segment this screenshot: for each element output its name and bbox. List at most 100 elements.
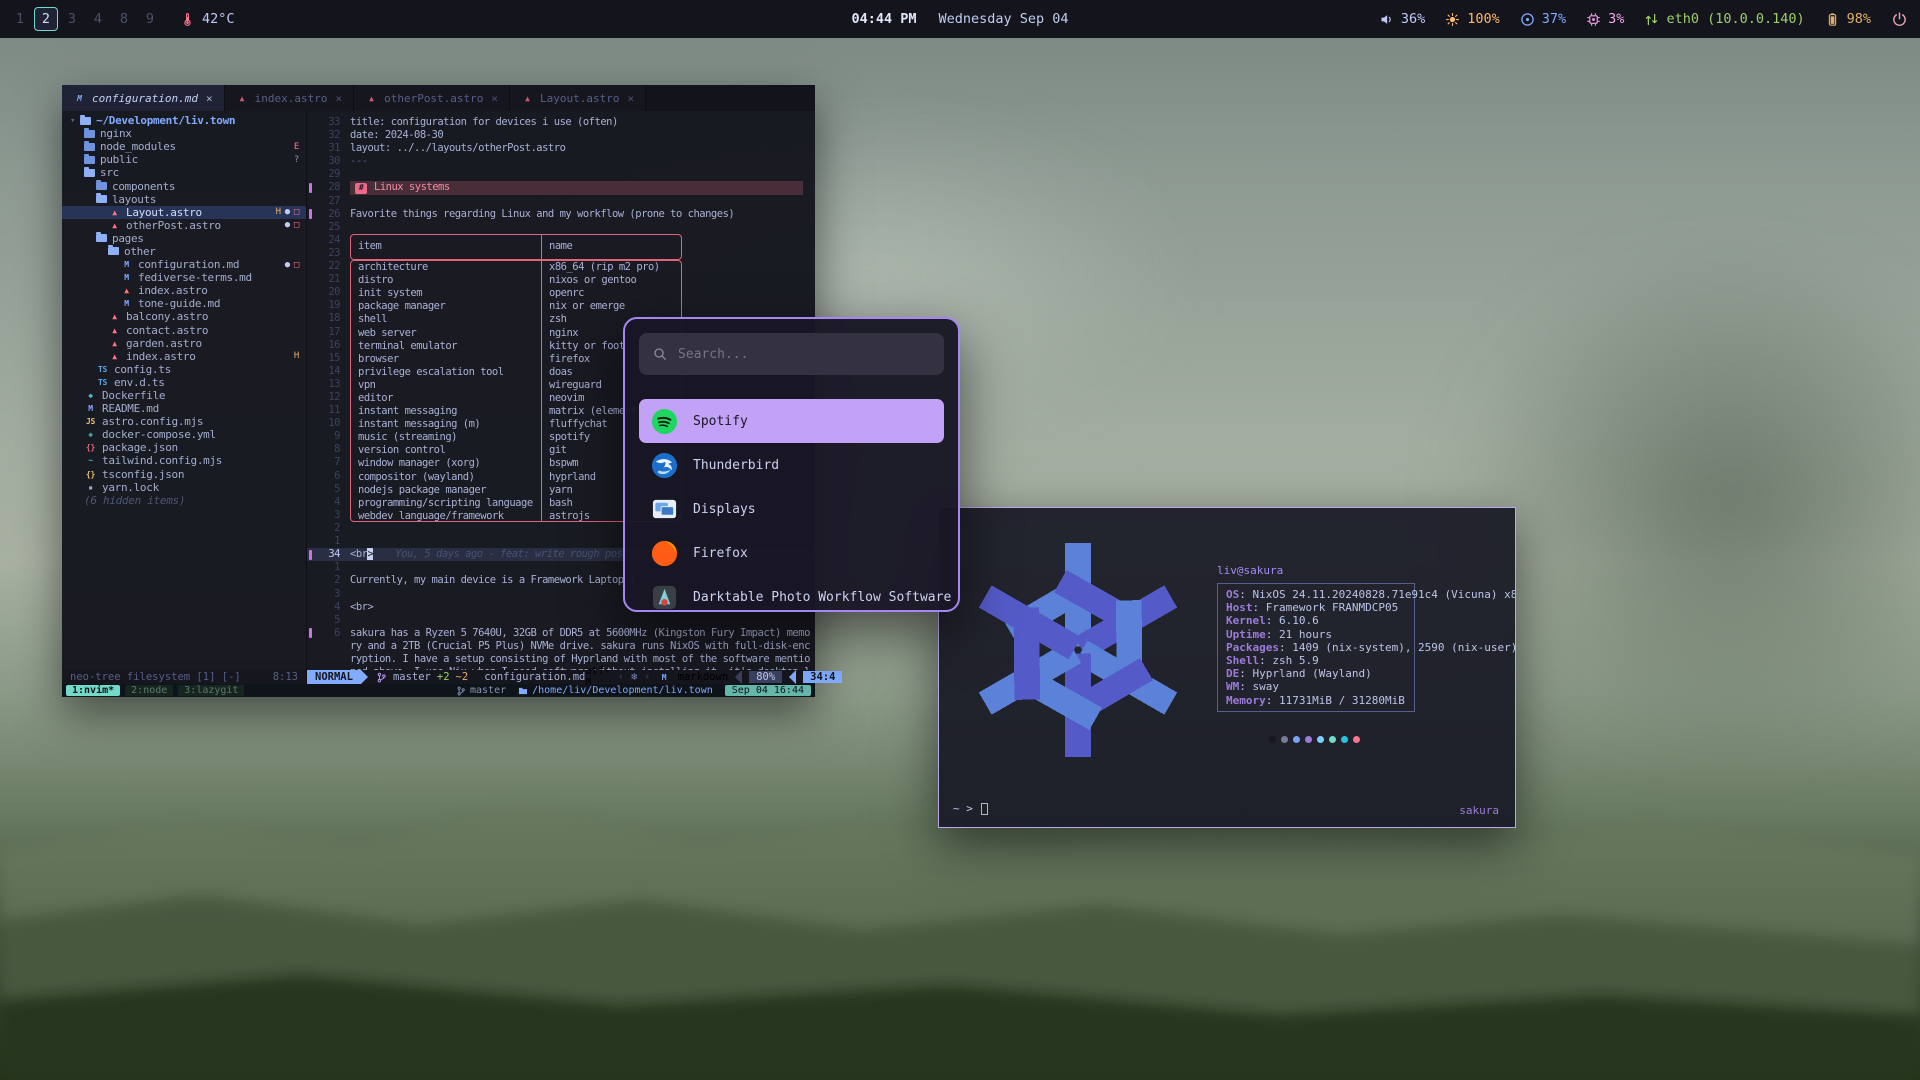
tree-item[interactable]: JSastro.config.mjs — [62, 415, 306, 428]
tree-item[interactable]: ▲balcony.astro — [62, 310, 306, 323]
tree-item[interactable]: ▪yarn.lock — [62, 481, 306, 494]
git-added-count: +2 — [437, 671, 450, 683]
table-cell: nodejs package manager — [351, 484, 541, 497]
tree-item[interactable]: components — [62, 179, 306, 192]
launcher-entry[interactable]: Firefox — [639, 531, 944, 575]
module-value: 98% — [1847, 11, 1871, 27]
tree-item[interactable]: {}tsconfig.json — [62, 468, 306, 481]
tree-item[interactable]: ▲contact.astro — [62, 324, 306, 337]
launcher-entry[interactable]: Spotify — [639, 399, 944, 443]
tree-item[interactable]: src — [62, 166, 306, 179]
line-number: 4 — [314, 496, 340, 509]
workspace-2[interactable]: 2 — [34, 7, 58, 31]
table-cell: webdev language/framework — [351, 510, 541, 522]
buffer-line[interactable]: 26Favorite things regarding Linux and my… — [307, 208, 815, 221]
tree-item[interactable]: ~tailwind.config.mjs — [62, 454, 306, 467]
tree-item[interactable]: MREADME.md — [62, 402, 306, 415]
workspace-1[interactable]: 1 — [8, 7, 32, 31]
launcher-entry[interactable]: Darktable Photo Workflow Software — [639, 575, 944, 612]
os-icon: ❄ — [631, 671, 637, 683]
workspace-4[interactable]: 4 — [86, 7, 110, 31]
volume-module[interactable]: 36% — [1379, 11, 1425, 27]
tree-item-label: tone-guide.md — [138, 297, 220, 310]
fetch-info-line: Memory: 11731MiB / 31280MiB — [1226, 694, 1406, 707]
tree-item[interactable]: Mtone-guide.md — [62, 297, 306, 310]
line-number: 7 — [314, 456, 340, 469]
tree-item[interactable]: ▲index.astroH — [62, 350, 306, 363]
buffer-line[interactable]: 27 — [307, 195, 815, 208]
tree-item[interactable]: Mconfiguration.md●□ — [62, 258, 306, 271]
sign-column — [307, 181, 314, 194]
tree-item[interactable]: {}package.json — [62, 441, 306, 454]
statusline-filename: configuration.md — [476, 670, 585, 684]
tree-item[interactable]: ◆Dockerfile — [62, 389, 306, 402]
tree-item[interactable]: ▲index.astro — [62, 284, 306, 297]
close-icon[interactable]: × — [628, 92, 635, 105]
workspace-8[interactable]: 8 — [112, 7, 136, 31]
tree-root[interactable]: ▾ ~/Development/liv.town — [62, 114, 306, 127]
battery-module[interactable]: 98% — [1825, 11, 1871, 27]
editor-tab[interactable]: ▲otherPost.astro× — [354, 85, 510, 111]
tree-item[interactable]: TSenv.d.ts — [62, 376, 306, 389]
close-icon[interactable]: × — [206, 92, 213, 105]
tree-item[interactable]: (6 hidden items) — [62, 494, 306, 507]
tree-item-label: README.md — [102, 402, 159, 415]
buffer-line[interactable]: 33title: configuration for devices i use… — [307, 116, 815, 129]
temperature-module[interactable]: 42°C — [180, 11, 235, 27]
sign-column — [307, 208, 314, 221]
buffer-line[interactable]: 28#Linux systems — [307, 181, 815, 194]
disk-icon — [1520, 12, 1535, 27]
buffer-line[interactable]: 32date: 2024-08-30 — [307, 129, 815, 142]
tree-item-label: index.astro — [138, 284, 208, 297]
search-input[interactable] — [678, 347, 931, 362]
tree-item[interactable]: nginx — [62, 127, 306, 140]
editor-tab[interactable]: Mconfiguration.md× — [62, 85, 225, 111]
buffer-line[interactable]: 30--- — [307, 155, 815, 168]
tree-item[interactable]: TSconfig.ts — [62, 363, 306, 376]
tree-item[interactable]: pages — [62, 232, 306, 245]
tmux-window-2[interactable]: 2:node — [125, 685, 173, 696]
workspace-9[interactable]: 9 — [138, 7, 162, 31]
line-number: 33 — [314, 116, 340, 129]
tree-item[interactable]: ▲Layout.astroH●□ — [62, 206, 306, 219]
tmux-window-1[interactable]: 1:nvim* — [66, 685, 120, 696]
table-row: distronixos or gentoo — [351, 274, 681, 287]
tree-item[interactable]: layouts — [62, 193, 306, 206]
tmux-window-3[interactable]: 3:lazygit — [178, 685, 244, 696]
tree-item[interactable]: ▲otherPost.astro●□ — [62, 219, 306, 232]
buffer-line[interactable]: 31layout: ../../layouts/otherPost.astro — [307, 142, 815, 155]
close-icon[interactable]: × — [491, 92, 498, 105]
tree-badge: □ — [294, 220, 299, 230]
tree-item[interactable]: other — [62, 245, 306, 258]
shell-prompt[interactable]: ~ > — [953, 802, 988, 815]
power-button[interactable] — [1891, 11, 1908, 28]
table-row: init systemopenrc — [351, 287, 681, 300]
tree-item[interactable]: ▲garden.astro — [62, 337, 306, 350]
launcher-entry[interactable]: Thunderbird — [639, 443, 944, 487]
launcher-entry[interactable]: Displays — [639, 487, 944, 531]
buffer-line[interactable]: 25 — [307, 221, 815, 234]
tree-item[interactable]: ◈docker-compose.yml — [62, 428, 306, 441]
close-icon[interactable]: × — [335, 92, 342, 105]
astro-icon: ▲ — [108, 339, 121, 348]
buffer-line[interactable]: 6sakura has a Ryzen 5 7640U, 32GB of DDR… — [307, 627, 815, 670]
tree-item[interactable]: public? — [62, 153, 306, 166]
fetch-info-label: Uptime — [1226, 628, 1266, 641]
search-bar[interactable] — [639, 333, 944, 375]
cpu-module[interactable]: 3% — [1586, 11, 1624, 27]
brightness-module[interactable]: 100% — [1445, 11, 1500, 27]
markdown-icon: M — [120, 260, 133, 269]
editor-tab[interactable]: ▲Layout.astro× — [510, 85, 646, 111]
buffer-line[interactable]: 5 — [307, 614, 815, 627]
tree-item[interactable]: node_modulesE — [62, 140, 306, 153]
tree-item-label: astro.config.mjs — [102, 415, 203, 428]
tree-item[interactable]: Mfediverse-terms.md — [62, 271, 306, 284]
markdown-icon: M — [120, 273, 133, 282]
workspace-3[interactable]: 3 — [60, 7, 84, 31]
disk-module[interactable]: 37% — [1520, 11, 1566, 27]
editor-tab[interactable]: ▲index.astro× — [225, 85, 354, 111]
tmux-path: /home/liv/Development/liv.town — [532, 685, 713, 696]
network-module[interactable]: eth0 (10.0.0.140) — [1644, 11, 1804, 27]
buffer-line[interactable]: 29 — [307, 168, 815, 181]
tree-item-label: index.astro — [126, 350, 196, 363]
